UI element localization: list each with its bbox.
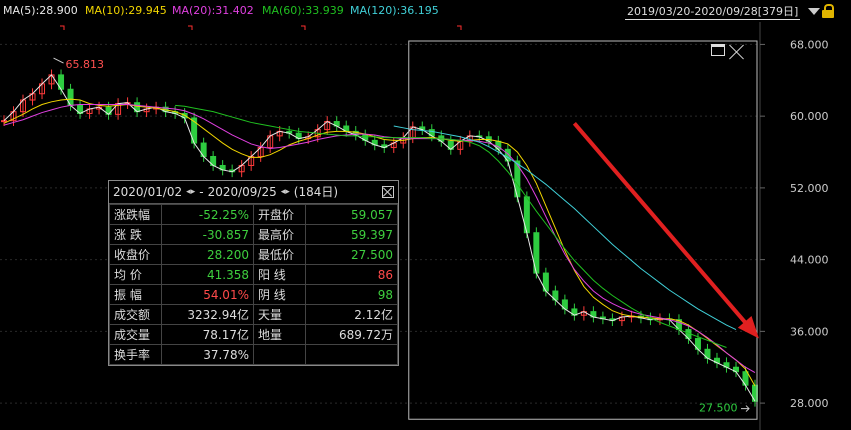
stat-value: 41.358: [161, 264, 254, 285]
stats-row: 涨 跌 -30.857 最高价 59.397: [108, 224, 398, 245]
stat-value: 86: [305, 264, 398, 285]
low-pointer: [741, 405, 750, 412]
lock-icon[interactable]: [822, 4, 834, 18]
y-tick-label: 68.000: [790, 38, 829, 51]
day-count: (184日): [293, 185, 339, 199]
maximize-icon[interactable]: [711, 44, 725, 56]
top-markers: [60, 25, 462, 30]
ma120-label: MA(120):36.195: [350, 4, 439, 17]
close-icon[interactable]: [729, 44, 745, 60]
start-date: 2020/01/02: [113, 185, 183, 199]
stat-label: 收盘价: [108, 244, 163, 265]
stat-label: 地量: [252, 324, 307, 345]
high-price-label: 65.813: [66, 58, 105, 71]
period-marker: [457, 25, 462, 30]
stat-value: -52.25%: [161, 204, 254, 225]
interval-stats-panel: 2020/01/02 ◂▸ - 2020/09/25 ◂▸ (184日) 涨跌幅…: [108, 180, 399, 366]
candle-body: [1, 120, 7, 123]
stat-label: 成交量: [108, 324, 163, 345]
period-marker: [60, 25, 65, 30]
stat-label: 阳 线: [252, 264, 307, 285]
trend-arrow: [572, 122, 759, 339]
close-icon[interactable]: [382, 186, 394, 198]
stats-table: 涨跌幅 -52.25% 开盘价 59.057 涨 跌 -30.857 最高价 59.397 收盘…: [108, 204, 398, 365]
stat-label: 阴 线: [252, 284, 307, 305]
y-tick-label: 28.000: [790, 397, 829, 410]
low-price-label: 27.500: [699, 402, 738, 415]
stats-row: 成交额 3232.94亿 天量 2.12亿: [108, 304, 398, 325]
stat-label: 天量: [252, 304, 307, 325]
date-separator: -: [199, 185, 204, 199]
y-tick-label: 52.000: [790, 182, 829, 195]
stats-row: 振 幅 54.01% 阴 线 98: [108, 284, 398, 305]
stat-value: -30.857: [161, 224, 254, 245]
y-tick-label: 60.000: [790, 110, 829, 123]
stat-label: 最高价: [252, 224, 307, 245]
stat-value: 98: [305, 284, 398, 305]
stat-label: [252, 344, 307, 365]
stat-value: 27.500: [305, 244, 398, 265]
stats-row: 收盘价 28.200 最低价 27.500: [108, 244, 398, 265]
date-range-text[interactable]: 2019/03/20-2020/09/28[379日]: [625, 3, 801, 20]
ma10-label: MA(10):29.945: [85, 4, 167, 17]
price-axis: 68.000 60.000 52.000 44.000 36.000 28.000: [759, 22, 829, 430]
y-tick-label: 36.000: [790, 325, 829, 338]
stat-value: 54.01%: [161, 284, 254, 305]
stat-value: 28.200: [161, 244, 254, 265]
selection-box[interactable]: [408, 40, 758, 420]
stat-value: 59.057: [305, 204, 398, 225]
stat-label: 均 价: [108, 264, 163, 285]
dropdown-arrow-icon[interactable]: [808, 8, 821, 15]
period-marker: [301, 25, 306, 30]
period-marker: [188, 25, 193, 30]
stat-value: [305, 344, 398, 365]
stat-label: 振 幅: [108, 284, 163, 305]
stat-label: 开盘价: [252, 204, 307, 225]
end-nav-icon[interactable]: ◂▸: [281, 181, 290, 203]
stat-value: 78.17亿: [161, 324, 254, 345]
stat-label: 成交额: [108, 304, 163, 325]
stats-row: 换手率 37.78%: [108, 344, 398, 365]
stat-value: 37.78%: [161, 344, 254, 365]
ma20-label: MA(20):31.402: [172, 4, 254, 17]
trend-arrow-shaft: [572, 122, 748, 325]
stat-value: 2.12亿: [305, 304, 398, 325]
stat-value: 3232.94亿: [161, 304, 254, 325]
stat-value: 689.72万: [305, 324, 398, 345]
stats-row: 均 价 41.358 阳 线 86: [108, 264, 398, 285]
stat-label: 涨 跌: [108, 224, 163, 245]
end-date: 2020/09/25: [207, 185, 277, 199]
ma60-label: MA(60):33.939: [262, 4, 344, 17]
stats-header: 2020/01/02 ◂▸ - 2020/09/25 ◂▸ (184日): [109, 181, 398, 204]
selection-controls: [711, 44, 745, 60]
high-pointer: [53, 57, 64, 64]
ma5-label: MA(5):28.900: [3, 4, 78, 17]
stat-value: 59.397: [305, 224, 398, 245]
stats-row: 成交量 78.17亿 地量 689.72万: [108, 324, 398, 345]
stat-label: 最低价: [252, 244, 307, 265]
stat-label: 换手率: [108, 344, 163, 365]
date-range-selector[interactable]: 2019/03/20-2020/09/28[379日]: [625, 3, 821, 20]
stat-label: 涨跌幅: [108, 204, 163, 225]
stats-row: 涨跌幅 -52.25% 开盘价 59.057: [108, 204, 398, 225]
start-nav-icon[interactable]: ◂▸: [186, 181, 195, 203]
y-tick-label: 44.000: [790, 254, 829, 267]
